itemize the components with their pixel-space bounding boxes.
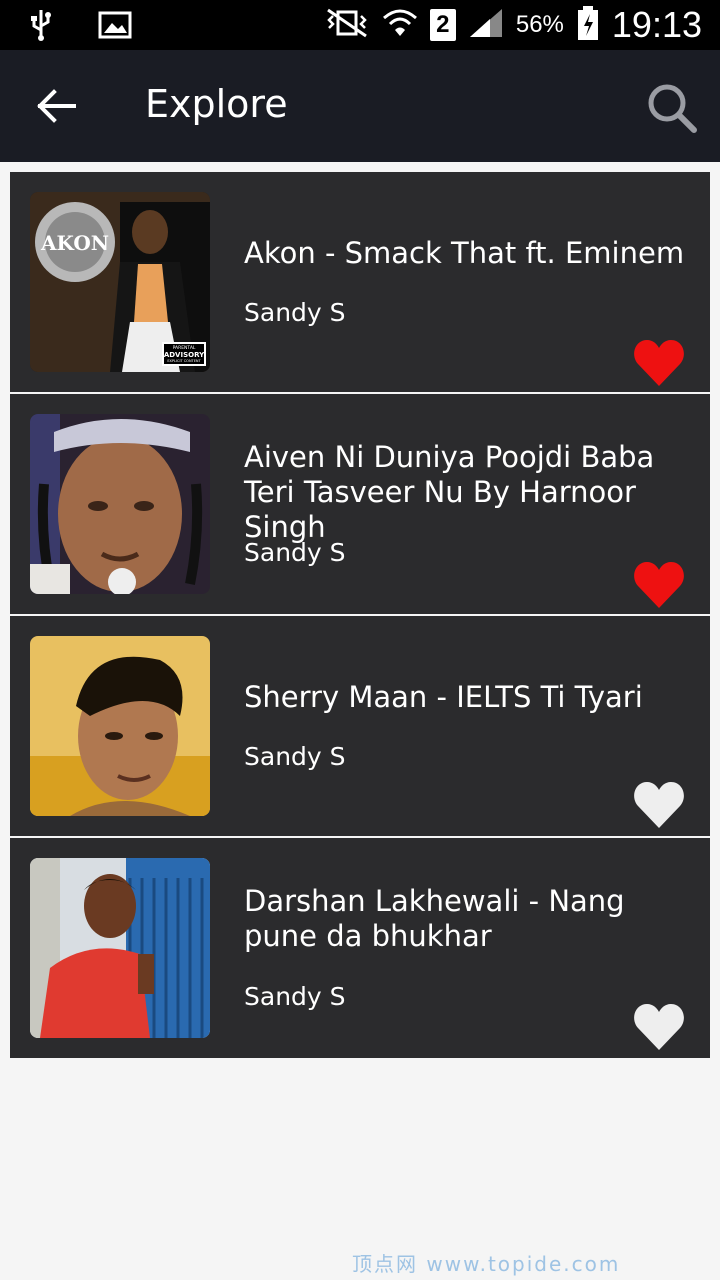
album-art (30, 858, 210, 1038)
song-list: AKON PARENTAL ADVISORY EXPLICIT CONTENT … (10, 172, 710, 1060)
vibrate-icon (324, 8, 370, 43)
wifi-icon (382, 6, 418, 45)
favorite-heart-icon[interactable] (632, 1002, 686, 1052)
favorite-heart-icon[interactable] (632, 780, 686, 830)
song-row[interactable]: Darshan Lakhewali - Nang pune da bhukhar… (10, 838, 710, 1058)
usb-icon (28, 8, 54, 47)
favorite-heart-icon[interactable] (632, 560, 686, 610)
song-artist: Sandy S (244, 982, 346, 1011)
page-title: Explore (145, 82, 288, 126)
app-bar: Explore (0, 50, 720, 162)
sim-slot-badge: 2 (429, 9, 456, 41)
song-row[interactable]: AKON PARENTAL ADVISORY EXPLICIT CONTENT … (10, 172, 710, 392)
clock: 19:13 (611, 4, 702, 45)
arrow-left-icon[interactable] (34, 86, 78, 126)
battery-icon (576, 5, 600, 46)
song-artist: Sandy S (244, 742, 346, 771)
status-bar: 2 56% 19:13 (0, 0, 720, 50)
song-artist: Sandy S (244, 538, 346, 567)
watermark: 顶点网 www.topide.com (352, 1252, 621, 1276)
song-title: Akon - Smack That ft. Eminem (244, 236, 685, 270)
album-art: AKON PARENTAL ADVISORY EXPLICIT CONTENT (30, 192, 210, 372)
song-row[interactable]: Aiven Ni Duniya Poojdi Baba Teri Tasveer… (10, 394, 710, 614)
album-art (30, 636, 210, 816)
song-title: Sherry Maan - IELTS Ti Tyari (244, 680, 643, 714)
battery-percent: 56% (515, 11, 564, 38)
album-art (30, 414, 210, 594)
song-title: Darshan Lakhewali - Nang pune da bhukhar (244, 884, 625, 953)
song-artist: Sandy S (244, 298, 346, 327)
song-row[interactable]: Sherry Maan - IELTS Ti Tyari Sandy S (10, 616, 710, 836)
akon-logo-text: AKON (40, 231, 109, 255)
parental-advisory-main: ADVISORY (164, 351, 205, 359)
search-icon[interactable] (644, 80, 700, 136)
favorite-heart-icon[interactable] (632, 338, 686, 388)
song-title: Aiven Ni Duniya Poojdi Baba Teri Tasveer… (244, 440, 655, 544)
signal-icon (468, 7, 504, 44)
image-notification-icon (98, 11, 132, 44)
parental-advisory-bottom: EXPLICIT CONTENT (167, 359, 201, 363)
